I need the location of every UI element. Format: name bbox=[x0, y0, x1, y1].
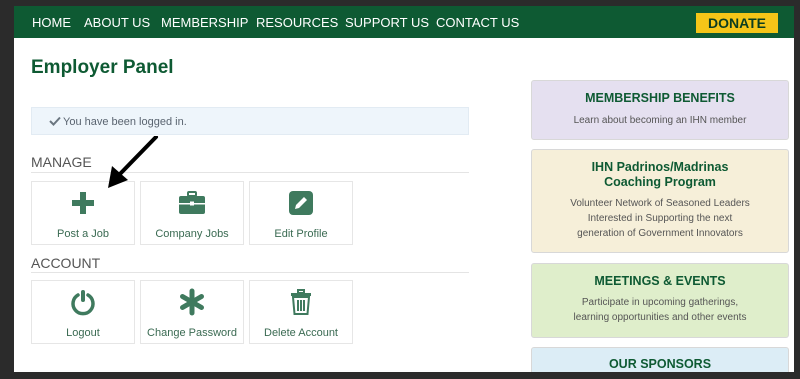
delete-account-tile[interactable]: Delete Account bbox=[249, 280, 353, 344]
tile-label-change-password: Change Password bbox=[147, 327, 237, 339]
logout-tile[interactable]: Logout bbox=[31, 280, 135, 344]
top-nav: HOME ABOUT US MEMBERSHIP RESOURCES SUPPO… bbox=[14, 6, 794, 38]
page-title: Employer Panel bbox=[31, 57, 174, 78]
nav-membership[interactable]: MEMBERSHIP bbox=[161, 15, 248, 30]
membership-benefits-card[interactable]: MEMBERSHIP BENEFITS Learn about becoming… bbox=[531, 80, 789, 140]
tile-label-logout: Logout bbox=[66, 327, 100, 339]
alert-message: You have been logged in. bbox=[63, 116, 187, 128]
coaching-program-card[interactable]: IHN Padrinos/Madrinas Coaching Program V… bbox=[531, 149, 789, 253]
card-text-meetings-line-1: Participate in upcoming gatherings, bbox=[581, 297, 739, 308]
tile-label-post-a-job: Post a Job bbox=[57, 228, 109, 240]
pencil-square-icon bbox=[289, 191, 313, 215]
card-title-meetings-events: MEETINGS & EVENTS bbox=[594, 274, 726, 288]
card-text-coaching-line-1: Volunteer Network of Seasoned Leaders bbox=[570, 198, 750, 209]
manage-divider bbox=[31, 172, 469, 173]
checkmark-icon bbox=[49, 116, 61, 126]
card-title-coaching-line-1: IHN Padrinos/Madrinas bbox=[591, 160, 729, 174]
power-icon bbox=[71, 290, 95, 316]
nav-about-us[interactable]: ABOUT US bbox=[84, 15, 150, 30]
page: HOME ABOUT US MEMBERSHIP RESOURCES SUPPO… bbox=[14, 6, 794, 372]
tile-label-company-jobs: Company Jobs bbox=[155, 228, 229, 240]
meetings-events-card[interactable]: MEETINGS & EVENTS Participate in upcomin… bbox=[531, 263, 789, 338]
trash-icon bbox=[291, 289, 311, 315]
card-text-coaching-line-3: generation of Government Innovators bbox=[577, 228, 743, 239]
asterisk-icon bbox=[180, 288, 204, 316]
edit-profile-tile[interactable]: Edit Profile bbox=[249, 181, 353, 245]
donate-button[interactable]: DONATE bbox=[696, 13, 778, 33]
change-password-tile[interactable]: Change Password bbox=[140, 280, 244, 344]
account-section-label: ACCOUNT bbox=[31, 255, 101, 271]
nav-resources[interactable]: RESOURCES bbox=[256, 15, 338, 30]
tile-label-delete-account: Delete Account bbox=[264, 327, 338, 339]
nav-home[interactable]: HOME bbox=[32, 15, 71, 30]
card-text-meetings-line-2: learning opportunities and other events bbox=[573, 312, 747, 323]
manage-section-label: MANAGE bbox=[31, 154, 92, 170]
card-text-membership-benefits: Learn about becoming an IHN member bbox=[573, 115, 747, 126]
nav-support-us[interactable]: SUPPORT US bbox=[345, 15, 429, 30]
annotation-arrow-icon bbox=[108, 136, 158, 188]
card-title-coaching-line-2: Coaching Program bbox=[604, 175, 716, 189]
card-text-coaching-line-2: Interested in Supporting the next bbox=[587, 213, 733, 224]
account-divider bbox=[31, 272, 469, 273]
tile-label-edit-profile: Edit Profile bbox=[274, 228, 328, 240]
card-title-our-sponsors: OUR SPONSORS bbox=[608, 357, 712, 371]
login-alert: You have been logged in. bbox=[31, 107, 469, 135]
card-title-membership-benefits: MEMBERSHIP BENEFITS bbox=[585, 91, 735, 105]
plus-icon bbox=[72, 192, 94, 214]
our-sponsors-card[interactable]: OUR SPONSORS bbox=[531, 347, 789, 372]
briefcase-icon bbox=[179, 191, 205, 214]
nav-contact-us[interactable]: CONTACT US bbox=[436, 15, 519, 30]
